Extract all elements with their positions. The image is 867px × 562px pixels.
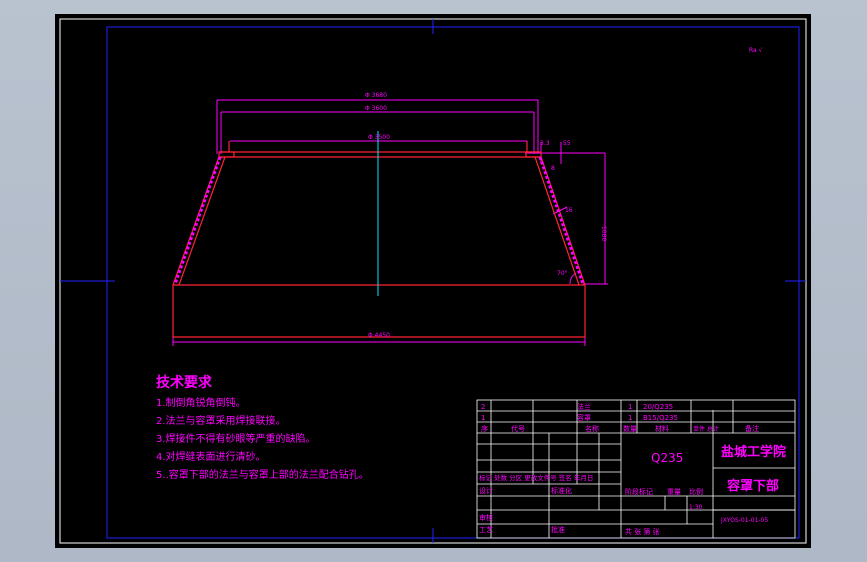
- dim-angle: 70°: [557, 270, 568, 277]
- parts-no-1: 1: [481, 414, 485, 422]
- header-weight: 单件 总计: [693, 425, 719, 433]
- header-name: 名称: [585, 424, 599, 433]
- parts-name-1: 容罩: [577, 413, 591, 422]
- parts-name-2: 法兰: [577, 402, 591, 411]
- header-remark: 备注: [745, 424, 759, 433]
- material-name: Q235: [651, 451, 683, 465]
- dim-mid-top: Φ 3600: [365, 105, 387, 112]
- label-design: 设计: [479, 486, 493, 495]
- parts-qty-1: 1: [628, 414, 632, 422]
- tech-item-5: 5..容罩下部的法兰与容罩上部的法兰配合钻孔。: [156, 468, 369, 481]
- header-material: 材料: [655, 424, 669, 433]
- weld-hatch: [173, 156, 585, 285]
- header-qty: 数量: [623, 424, 637, 433]
- label-weight: 重量: [667, 488, 681, 496]
- outer-border: [59, 18, 807, 544]
- dimension-lines: [172, 99, 608, 346]
- dim-bottom: Φ 4450: [368, 332, 390, 339]
- parts-no-2: 2: [481, 403, 485, 411]
- dim-thickness: 16: [565, 207, 573, 214]
- label-scale: 比例: [689, 487, 703, 496]
- parts-material-1: B15/Q235: [643, 414, 678, 422]
- school-name: 盐城工学院: [721, 444, 786, 460]
- parts-material-2: 20/Q235: [643, 403, 673, 411]
- label-stage: 阶段标记: [625, 487, 653, 496]
- label-standard: 标准化: [551, 486, 572, 495]
- tech-item-1: 1.制倒角锐角倒钝。: [156, 396, 246, 409]
- label-review: 审核: [479, 513, 493, 522]
- cad-viewport[interactable]: Ra √ Φ 3680 Φ 3600 Φ 3500 Φ 4450 3.3 55 …: [55, 14, 811, 548]
- roughness-mark: Ra √: [749, 47, 763, 54]
- label-sheets: 共 张 第 张: [625, 527, 660, 536]
- label-approve: 批准: [551, 525, 565, 534]
- dim-small: 55: [563, 140, 571, 147]
- tech-requirements: 技术要求 1.制倒角锐角倒钝。 2.法兰与容罩采用焊接联接。 3.焊接件不得有砂…: [156, 374, 369, 481]
- header-no: 序: [481, 424, 488, 433]
- drawing-number: JXYOS-01-01-05: [720, 517, 768, 524]
- part-name: 容罩下部: [726, 478, 779, 494]
- label-revision: 标记 处数 分区 更改文件号 签名 年月日: [479, 473, 593, 482]
- dim-outer-top: Φ 3680: [365, 92, 387, 99]
- header-code: 代号: [511, 424, 525, 433]
- tech-item-4: 4.对焊缝表面进行清砂。: [156, 450, 266, 463]
- parts-qty-2: 1: [628, 403, 632, 411]
- cone-outline: [172, 141, 586, 338]
- tech-item-2: 2.法兰与容罩采用焊接联接。: [156, 414, 286, 427]
- tech-item-3: 3.焊接件不得有砂眼等严重的缺陷。: [156, 432, 316, 445]
- scale-value: 1:30: [689, 504, 703, 511]
- dim-inner-top: Φ 3500: [368, 134, 390, 141]
- label-process: 工艺: [479, 526, 493, 534]
- tech-title: 技术要求: [156, 374, 213, 391]
- cad-drawing: Ra √ Φ 3680 Φ 3600 Φ 3500 Φ 4450 3.3 55 …: [59, 18, 807, 544]
- dim-chamfer: 3.3: [540, 140, 550, 147]
- dim-edge: 8: [551, 165, 555, 172]
- dim-height: 1000: [600, 226, 607, 241]
